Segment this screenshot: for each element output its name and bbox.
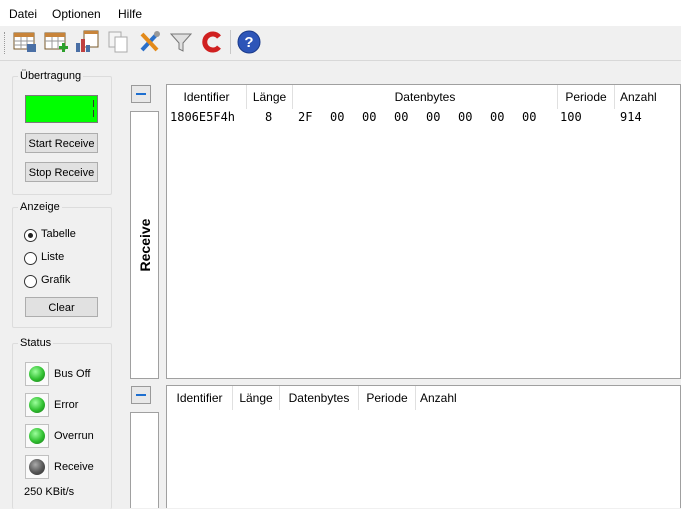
- second-tab[interactable]: [130, 412, 159, 508]
- collapse-second-button[interactable]: [131, 386, 151, 404]
- collapse-receive-button[interactable]: [131, 85, 151, 103]
- clear-button[interactable]: Clear: [25, 297, 98, 317]
- led-receive-label: Receive: [54, 461, 94, 473]
- cell-databyte: 00: [458, 110, 473, 124]
- table-settings-icon[interactable]: [12, 29, 38, 55]
- cell-anzahl: 914: [620, 110, 642, 124]
- toolbar-separator: [230, 30, 231, 54]
- radio-tabelle-circle[interactable]: [24, 229, 37, 242]
- tools-icon[interactable]: [137, 29, 163, 55]
- col-identifier[interactable]: Identifier: [167, 386, 233, 410]
- col-laenge[interactable]: Länge: [233, 386, 280, 410]
- uebertragung-title: Übertragung: [18, 70, 84, 82]
- led-error-icon: [29, 397, 45, 413]
- led-bus-off: [25, 362, 49, 386]
- col-datenbytes[interactable]: Datenbytes: [293, 85, 558, 109]
- led-error: [25, 393, 49, 417]
- stop-receive-button[interactable]: Stop Receive: [25, 162, 98, 182]
- cell-databyte: 00: [522, 110, 537, 124]
- start-receive-button[interactable]: Start Receive: [25, 133, 98, 153]
- col-periode[interactable]: Periode: [558, 85, 615, 109]
- copy-icon[interactable]: [105, 29, 131, 55]
- col-identifier[interactable]: Identifier: [167, 85, 247, 109]
- cell-databyte: 00: [490, 110, 505, 124]
- help-icon[interactable]: ?: [236, 29, 262, 55]
- toolbar: ?: [0, 26, 681, 61]
- cell-databyte: 00: [426, 110, 441, 124]
- svg-text:?: ?: [244, 34, 253, 51]
- radio-liste-circle[interactable]: [24, 252, 37, 265]
- menu-hilfe[interactable]: Hilfe: [118, 7, 142, 21]
- transmission-indicator: [25, 95, 98, 123]
- cell-databyte: 00: [394, 110, 409, 124]
- status-title: Status: [18, 337, 54, 349]
- receive-table[interactable]: Identifier Länge Datenbytes Periode Anza…: [166, 84, 681, 379]
- menu-optionen[interactable]: Optionen: [52, 7, 101, 21]
- led-overrun-label: Overrun: [54, 430, 94, 442]
- col-anzahl[interactable]: Anzahl: [615, 85, 680, 109]
- cell-periode: 100: [560, 110, 582, 124]
- cell-laenge: 8: [265, 110, 273, 124]
- led-receive-icon: [29, 459, 45, 475]
- cell-databyte: 2F: [298, 110, 313, 124]
- toolbar-grip: [4, 32, 8, 54]
- radio-liste-label: Liste: [41, 251, 65, 263]
- table-chart-icon[interactable]: [74, 29, 100, 55]
- col-datenbytes[interactable]: Datenbytes: [280, 386, 359, 410]
- cell-databyte: 00: [362, 110, 377, 124]
- table-row[interactable]: 1806E5F4h 8 2F 00 00 00 00 00 00 00 100 …: [167, 108, 680, 128]
- reset-c-icon[interactable]: [199, 29, 225, 55]
- led-error-label: Error: [54, 399, 79, 411]
- receive-tab[interactable]: Receive: [130, 111, 159, 379]
- cell-databyte: 00: [330, 110, 345, 124]
- cell-identifier: 1806E5F4h: [170, 110, 236, 124]
- radio-grafik-label: Grafik: [41, 274, 71, 286]
- filter-icon[interactable]: [168, 29, 194, 55]
- anzeige-title: Anzeige: [18, 201, 62, 213]
- led-bus-off-icon: [29, 366, 45, 382]
- led-bus-off-label: Bus Off: [54, 368, 91, 380]
- radio-grafik-circle[interactable]: [24, 275, 37, 288]
- radio-tabelle-label: Tabelle: [41, 228, 76, 240]
- led-overrun: [25, 424, 49, 448]
- led-receive: [25, 455, 49, 479]
- second-table[interactable]: Identifier Länge Datenbytes Periode Anza…: [166, 385, 681, 508]
- menu-datei[interactable]: Datei: [9, 7, 37, 21]
- receive-tab-label: Receive: [136, 218, 153, 272]
- col-periode[interactable]: Periode: [359, 386, 416, 410]
- menu-bar: Datei Optionen Hilfe: [0, 0, 681, 26]
- baudrate-text: 250 KBit/s: [24, 486, 75, 498]
- led-overrun-icon: [29, 428, 45, 444]
- col-anzahl[interactable]: Anzahl: [416, 386, 466, 410]
- col-laenge[interactable]: Länge: [247, 85, 293, 109]
- table-add-icon[interactable]: [43, 29, 69, 55]
